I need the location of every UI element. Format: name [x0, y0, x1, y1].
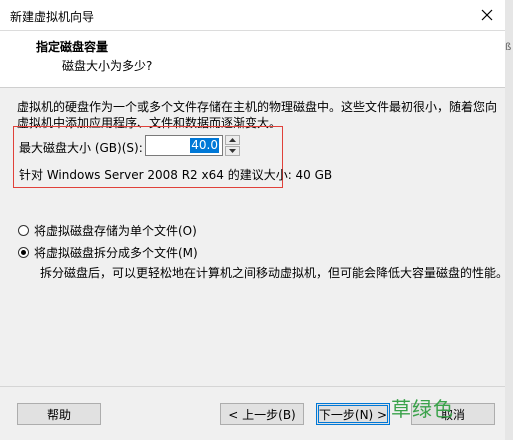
page-subtitle: 磁盘大小为多少? [62, 59, 153, 73]
disk-size-input[interactable]: 40.0 [145, 135, 223, 156]
split-files-option[interactable]: 将虚拟磁盘拆分成多个文件(M) [18, 244, 198, 261]
single-file-option[interactable]: 将虚拟磁盘存储为单个文件(O) [18, 222, 197, 239]
split-description: 拆分磁盘后，可以更轻松地在计算机之间移动虚拟机，但可能会降低大容量磁盘的性能。 [40, 266, 509, 280]
title-bar: 新建虚拟机向导 [0, 0, 505, 31]
back-button[interactable]: < 上一步(B) [220, 403, 304, 425]
increment-button[interactable] [225, 135, 240, 145]
caret-up-icon [229, 138, 236, 142]
decrement-button[interactable] [225, 146, 240, 156]
watermark-text: 草绿色 [391, 397, 454, 421]
recommended-size-text: 针对 Windows Server 2008 R2 x64 的建议大小: 40 … [19, 168, 333, 182]
edge-glyph: ß [505, 42, 512, 53]
background-window-edge: ß [505, 0, 513, 440]
next-button[interactable]: 下一步(N) > [316, 403, 390, 425]
wizard-header: 指定磁盘容量 磁盘大小为多少? [0, 31, 505, 88]
single-file-label: 将虚拟磁盘存储为单个文件(O) [34, 224, 197, 238]
page-title: 指定磁盘容量 [36, 40, 109, 54]
window-title: 新建虚拟机向导 [10, 10, 95, 24]
disk-size-value: 40.0 [190, 138, 219, 153]
radio-single-file[interactable] [18, 225, 29, 236]
caret-down-icon [229, 149, 236, 153]
split-files-label: 将虚拟磁盘拆分成多个文件(M) [34, 246, 198, 260]
footer-divider [0, 386, 505, 387]
disk-size-stepper[interactable]: 40.0 [145, 135, 241, 156]
help-button[interactable]: 帮助 [17, 403, 101, 425]
close-button[interactable] [473, 2, 501, 28]
close-icon [481, 9, 493, 21]
radio-split-files[interactable] [18, 247, 29, 258]
disk-size-label: 最大磁盘大小 (GB)(S): [19, 141, 143, 155]
